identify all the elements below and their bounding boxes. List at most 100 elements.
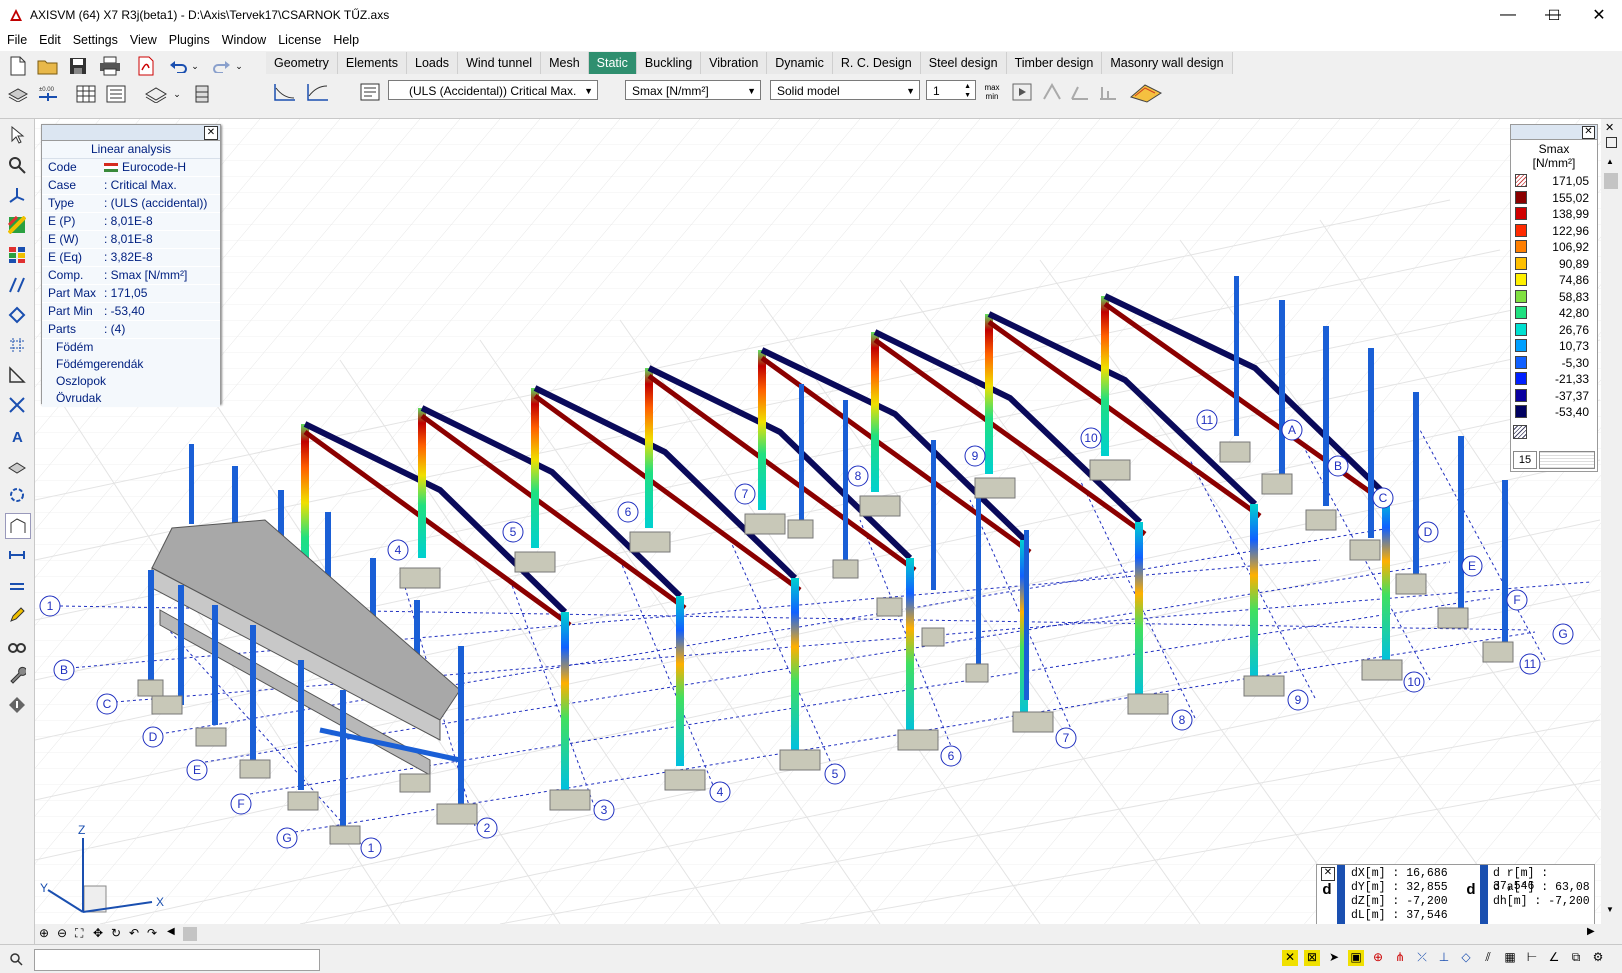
window-maximize-button[interactable]: ☐ <box>1531 0 1577 30</box>
result-list-icon[interactable] <box>358 80 382 104</box>
cursor-icon[interactable]: ➤ <box>1326 950 1342 966</box>
model-view-icon[interactable] <box>5 513 31 539</box>
section-plane-icon[interactable] <box>1068 80 1092 104</box>
load-case-select[interactable]: (ULS (Accidental)) Critical Max. ▼ <box>388 80 598 100</box>
table-icon[interactable] <box>74 82 98 106</box>
snap-perpendicular-icon[interactable]: ⊥ <box>1436 950 1452 966</box>
tab-timber-design[interactable]: Timber design <box>1006 52 1103 74</box>
view-axes-icon[interactable] <box>5 183 29 207</box>
tab-steel-design[interactable]: Steel design <box>920 52 1007 74</box>
snap-midpoint-icon[interactable]: ⊕ <box>1370 950 1386 966</box>
rotate-view-icon[interactable]: ↻ <box>111 926 121 940</box>
scroll-thumb[interactable] <box>1604 173 1618 189</box>
scroll-right-icon[interactable]: ▶ <box>1587 926 1595 937</box>
tab-buckling[interactable]: Buckling <box>636 52 702 74</box>
menu-license[interactable]: License <box>271 30 326 47</box>
diagram-y-icon[interactable] <box>306 80 330 104</box>
snap-axis-icon[interactable]: ⊢ <box>1524 950 1540 966</box>
scroll-up-icon[interactable]: ▲ <box>1606 157 1614 166</box>
legend-header[interactable]: ✕ <box>1511 125 1597 140</box>
menu-edit[interactable]: Edit <box>32 30 66 47</box>
layers-icon[interactable] <box>6 82 30 106</box>
tab-elements[interactable]: Elements <box>337 52 407 74</box>
menu-view[interactable]: View <box>123 30 162 47</box>
command-input[interactable] <box>34 949 320 971</box>
menu-plugins[interactable]: Plugins <box>162 30 215 47</box>
snap-angle-icon[interactable]: ∠ <box>1546 950 1562 966</box>
max-min-toggle[interactable]: max min <box>980 80 1004 104</box>
snap-cross-icon[interactable]: ✕ <box>1282 950 1298 966</box>
dimension-icon[interactable] <box>5 273 29 297</box>
rendering-icon[interactable] <box>5 213 29 237</box>
counter-stepper[interactable]: 1 ▲ ▼ <box>926 80 976 100</box>
close-view-icon[interactable]: ✕ <box>1605 121 1614 134</box>
print-icon[interactable] <box>98 54 122 78</box>
display-mode-select[interactable]: Solid model ▼ <box>770 80 920 100</box>
section-segment-icon[interactable] <box>1096 80 1120 104</box>
color-legend-icon[interactable] <box>5 243 29 267</box>
stories-icon[interactable] <box>192 82 216 106</box>
redo-icon[interactable] <box>210 54 234 78</box>
layer-manager-icon[interactable] <box>144 82 168 106</box>
tab-wind-tunnel[interactable]: Wind tunnel <box>458 52 542 74</box>
redo-dropdown-icon[interactable]: ⌄ <box>232 54 246 78</box>
open-folder-icon[interactable] <box>36 54 60 78</box>
model-viewport[interactable]: 1 2 3 4 5 6 7 8 9 10 11 4 5 6 7 8 9 10 1… <box>35 119 1601 924</box>
window-minimize-button[interactable]: — <box>1485 0 1531 30</box>
layer-dropdown-icon[interactable]: ⌄ <box>170 82 184 106</box>
menu-help[interactable]: Help <box>326 30 364 47</box>
search-icon[interactable] <box>2 949 30 969</box>
snap-parallel-icon[interactable]: ⫽ <box>1480 950 1496 966</box>
snap-table-icon[interactable]: ▦ <box>1502 950 1518 966</box>
grid-points-icon[interactable] <box>5 333 29 357</box>
zoom-icon[interactable] <box>5 153 29 177</box>
snap-workplane-icon[interactable]: ⧉ <box>1568 950 1584 966</box>
select-arrow-icon[interactable] <box>5 123 29 147</box>
snap-settings-icon[interactable]: ⚙ <box>1590 950 1606 966</box>
pan-icon[interactable]: ✥ <box>93 926 103 940</box>
snap-element-icon[interactable]: ⋔ <box>1392 950 1408 966</box>
horizontal-scroll-thumb[interactable] <box>183 927 197 941</box>
info-icon[interactable] <box>5 693 29 717</box>
redo-view-icon[interactable]: ↷ <box>147 926 157 940</box>
save-icon[interactable] <box>66 54 90 78</box>
cut-icon[interactable] <box>5 393 29 417</box>
tab-dynamic[interactable]: Dynamic <box>767 52 833 74</box>
new-file-icon[interactable] <box>6 54 30 78</box>
tab-static[interactable]: Static <box>588 52 637 74</box>
tab-rc-design[interactable]: R. C. Design <box>832 52 921 74</box>
info-panel-header[interactable]: ✕ <box>42 125 220 141</box>
import-icon[interactable]: ±0.00 <box>36 82 60 106</box>
measure-icon[interactable] <box>5 363 29 387</box>
legend-steps-value[interactable]: 15 <box>1513 451 1537 469</box>
component-select[interactable]: Smax [N/mm²] ▼ <box>625 80 761 100</box>
section-line-icon[interactable] <box>1040 80 1064 104</box>
offset-icon[interactable] <box>5 543 29 567</box>
menu-window[interactable]: Window <box>215 30 271 47</box>
window-close-button[interactable]: ✕ <box>1576 0 1622 30</box>
close-icon[interactable]: ✕ <box>1582 126 1595 139</box>
wrench-icon[interactable] <box>5 663 29 687</box>
surface-result-icon[interactable] <box>1128 80 1164 104</box>
tab-masonry-wall-design[interactable]: Masonry wall design <box>1102 52 1233 74</box>
workplane-icon[interactable] <box>5 453 29 477</box>
snap-node-icon[interactable]: ▣ <box>1348 950 1364 966</box>
menu-file[interactable]: File <box>0 30 32 47</box>
legend-steps-slider[interactable] <box>1539 451 1595 469</box>
zoom-in-icon[interactable]: ⊕ <box>39 926 49 940</box>
zoom-fit-icon[interactable]: ⛶ <box>75 926 83 941</box>
restore-view-icon[interactable] <box>1606 137 1617 148</box>
pdf-icon[interactable] <box>134 54 158 78</box>
undo-view-icon[interactable]: ↶ <box>129 926 139 940</box>
rotate-icon[interactable] <box>5 483 29 507</box>
snap-direction-icon[interactable]: ◇ <box>1458 950 1474 966</box>
pencil-icon[interactable] <box>5 603 29 627</box>
diagram-x-icon[interactable] <box>273 80 297 104</box>
align-icon[interactable] <box>5 573 29 597</box>
right-scrollbar[interactable]: ✕ ▲ ▼ <box>1601 119 1622 924</box>
tab-vibration[interactable]: Vibration <box>701 52 768 74</box>
binoculars-icon[interactable] <box>5 633 29 657</box>
scroll-left-icon[interactable]: ◀ <box>167 926 175 937</box>
report-icon[interactable] <box>104 82 128 106</box>
tab-geometry[interactable]: Geometry <box>266 52 338 74</box>
